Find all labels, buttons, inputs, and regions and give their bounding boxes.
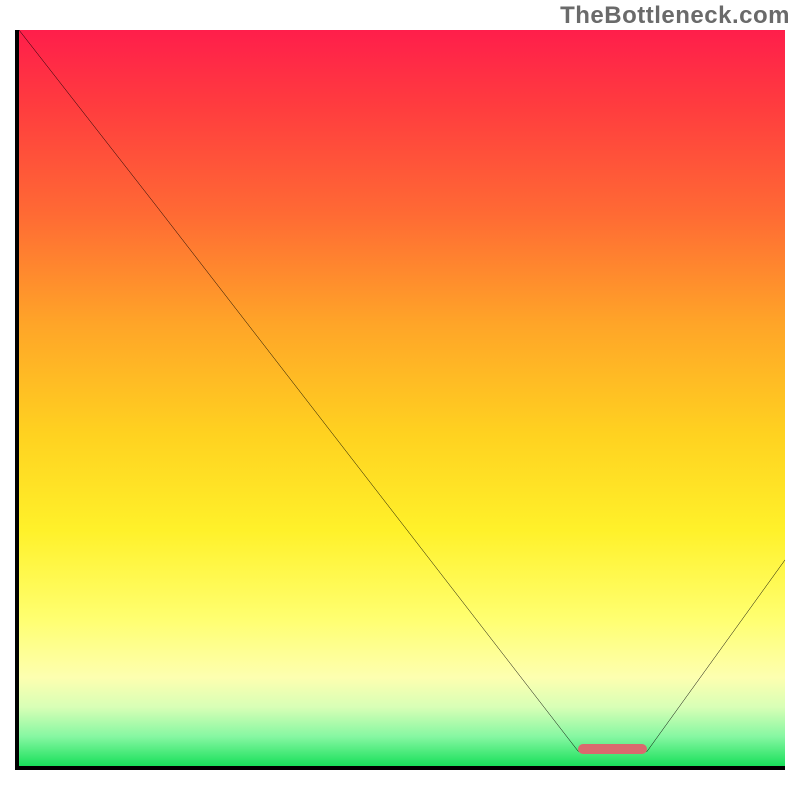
chart-container: TheBottleneck.com (0, 0, 800, 800)
optimal-range-marker (578, 744, 647, 754)
curve-path (19, 30, 785, 751)
bottleneck-curve (19, 30, 785, 766)
plot-area (15, 30, 785, 770)
watermark-text: TheBottleneck.com (560, 2, 790, 30)
